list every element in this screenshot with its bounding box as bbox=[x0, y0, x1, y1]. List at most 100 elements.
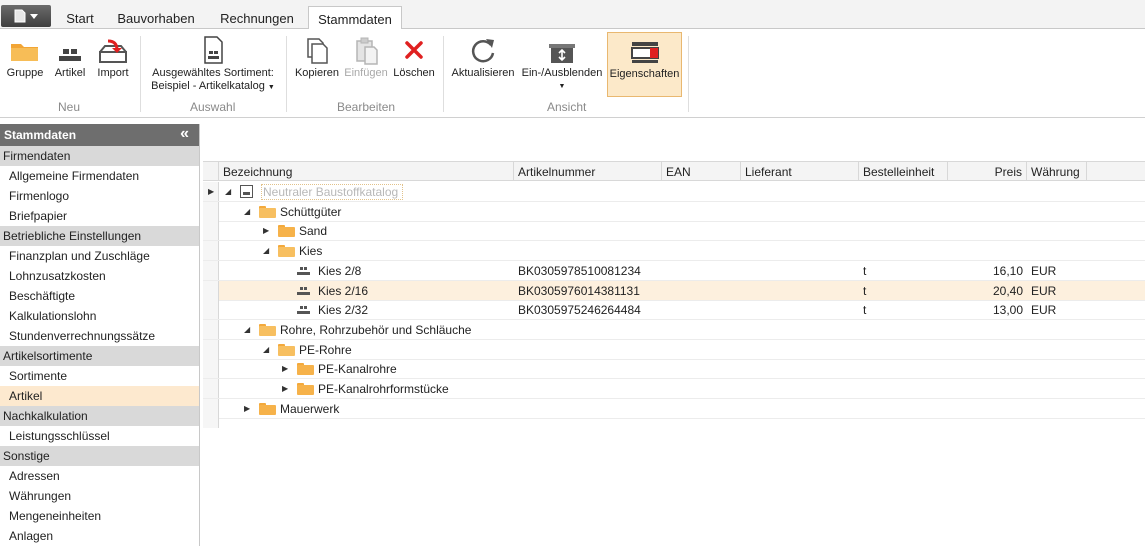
sidebar-item[interactable]: Lohnzusatzkosten bbox=[0, 266, 199, 286]
cell-artikelnummer: BK0305978510081234 bbox=[518, 263, 641, 278]
einfuegen-button[interactable]: Einfügen bbox=[343, 35, 389, 80]
column-header-bezeichnung[interactable]: Bezeichnung bbox=[219, 162, 514, 181]
sidebar-group-header[interactable]: Nachkalkulation bbox=[0, 406, 199, 426]
kopieren-button[interactable]: Kopieren bbox=[294, 35, 340, 80]
cell-bezeichnung: Kies 2/16 bbox=[318, 283, 369, 298]
sidebar-item[interactable]: Währungen bbox=[0, 486, 199, 506]
expand-icon[interactable]: ▶ bbox=[282, 384, 288, 393]
sidebar-group-header[interactable]: Betriebliche Einstellungen bbox=[0, 226, 199, 246]
tab-stammdaten[interactable]: Stammdaten bbox=[308, 6, 402, 30]
table-row[interactable]: Kies 2/8 BK0305978510081234 t 16,10 EUR bbox=[203, 260, 1145, 281]
application-menu-button[interactable] bbox=[1, 5, 51, 27]
expand-icon[interactable]: ▶ bbox=[244, 404, 250, 413]
table-row[interactable]: ▶ Sand bbox=[203, 221, 1145, 242]
sidebar-item[interactable]: Leistungsschlüssel bbox=[0, 426, 199, 446]
table-row[interactable]: ◢ Kies bbox=[203, 241, 1145, 262]
sortiment-auswahl-button[interactable]: Ausgewähltes Sortiment: Beispiel - Artik… bbox=[148, 35, 278, 94]
row-header[interactable] bbox=[203, 221, 219, 241]
row-header[interactable] bbox=[203, 300, 219, 320]
sidebar-group-header[interactable]: Artikelsortimente bbox=[0, 346, 199, 366]
einausblenden-label: Ein-/Ausblenden bbox=[521, 67, 603, 79]
cell-waehrung: EUR bbox=[1031, 303, 1057, 318]
table-row[interactable]: ◢ Schüttgüter bbox=[203, 201, 1145, 222]
expand-icon[interactable]: ▶ bbox=[263, 226, 269, 235]
catalog-icon bbox=[204, 36, 223, 64]
row-header[interactable] bbox=[203, 379, 219, 398]
aktualisieren-label: Aktualisieren bbox=[451, 67, 515, 79]
aktualisieren-button[interactable]: Aktualisieren bbox=[451, 35, 515, 80]
sidebar-group-header[interactable]: Sonstige bbox=[0, 446, 199, 466]
sidebar-item[interactable]: Stundenverrechnungssätze bbox=[0, 326, 199, 346]
einfuegen-label: Einfügen bbox=[344, 67, 388, 79]
row-header[interactable] bbox=[203, 260, 219, 280]
collapse-icon[interactable]: ◢ bbox=[263, 345, 269, 354]
sidebar-item[interactable]: Firmenlogo bbox=[0, 186, 199, 206]
table-row[interactable]: ▶ ◢ Neutraler Baustoffkatalog bbox=[203, 182, 1145, 202]
table-row[interactable]: ◢ Rohre, Rohrzubehör und Schläuche bbox=[203, 319, 1145, 340]
collapse-icon[interactable]: ◢ bbox=[244, 207, 250, 216]
collapse-icon[interactable]: ◢ bbox=[225, 187, 231, 196]
cell-artikelnummer: BK0305975246264484 bbox=[518, 303, 641, 318]
chevron-down-icon: ▼ bbox=[267, 84, 275, 91]
import-button[interactable]: Import bbox=[93, 35, 133, 80]
collapse-sidebar-icon[interactable]: « bbox=[180, 125, 189, 143]
collapse-icon[interactable]: ◢ bbox=[244, 325, 250, 334]
column-header-artikelnummer[interactable]: Artikelnummer bbox=[514, 162, 662, 181]
document-icon bbox=[14, 9, 26, 23]
tab-start[interactable]: Start bbox=[55, 6, 105, 29]
sidebar-item[interactable]: Artikel bbox=[0, 386, 199, 406]
table-row[interactable]: ▶ Mauerwerk bbox=[203, 398, 1145, 419]
row-header[interactable] bbox=[203, 201, 219, 221]
row-header[interactable] bbox=[203, 241, 219, 261]
column-header-lieferant[interactable]: Lieferant bbox=[741, 162, 859, 181]
artikel-button[interactable]: Artikel bbox=[50, 35, 90, 80]
gruppe-button[interactable]: Gruppe bbox=[3, 35, 47, 80]
table-row[interactable]: Kies 2/32 BK0305975246264484 t 13,00 EUR bbox=[203, 300, 1145, 321]
paste-icon bbox=[356, 37, 378, 65]
table-row[interactable]: Kies 2/16 BK0305976014381131 t 20,40 EUR bbox=[203, 280, 1145, 301]
row-header[interactable] bbox=[203, 280, 219, 300]
tab-bauvorhaben[interactable]: Bauvorhaben bbox=[107, 6, 205, 29]
row-header[interactable] bbox=[203, 398, 219, 418]
sidebar-item[interactable]: Sortimente bbox=[0, 366, 199, 386]
sidebar-item[interactable]: Kalkulationslohn bbox=[0, 306, 199, 326]
sidebar-item[interactable]: Mengeneinheiten bbox=[0, 506, 199, 526]
column-header-preis[interactable]: Preis bbox=[948, 162, 1027, 181]
row-header[interactable] bbox=[203, 319, 219, 339]
table-row[interactable]: ▶ PE-Kanalrohre bbox=[203, 359, 1145, 380]
article-icon bbox=[297, 286, 310, 295]
sidebar-item[interactable]: Adressen bbox=[0, 466, 199, 486]
row-header[interactable] bbox=[203, 359, 219, 379]
column-header-bestelleinheit[interactable]: Bestelleinheit bbox=[859, 162, 948, 181]
sidebar-item[interactable]: Allgemeine Firmendaten bbox=[0, 166, 199, 186]
sidebar-item[interactable]: Beschäftigte bbox=[0, 286, 199, 306]
import-icon bbox=[99, 39, 127, 63]
folder-icon bbox=[11, 44, 38, 61]
expand-icon[interactable]: ▶ bbox=[282, 364, 288, 373]
column-header-waehrung[interactable]: Währung bbox=[1027, 162, 1087, 181]
column-header-ean[interactable]: EAN bbox=[662, 162, 741, 181]
row-header[interactable] bbox=[203, 339, 219, 359]
copy-icon bbox=[307, 38, 328, 64]
einausblenden-button[interactable]: Ein-/Ausblenden ▼ bbox=[520, 35, 604, 93]
collapse-icon[interactable]: ◢ bbox=[263, 246, 269, 255]
row-header[interactable]: ▶ bbox=[203, 182, 219, 201]
loeschen-button[interactable]: Löschen bbox=[392, 35, 436, 80]
cell-bezeichnung: PE-Kanalrohre bbox=[318, 362, 397, 377]
show-hide-icon bbox=[549, 44, 575, 63]
sidebar-item[interactable]: Anlagen bbox=[0, 526, 199, 546]
cell-bezeichnung: Rohre, Rohrzubehör und Schläuche bbox=[280, 322, 472, 337]
group-label-auswahl: Auswahl bbox=[190, 100, 236, 114]
eigenschaften-button[interactable]: Eigenschaften bbox=[607, 32, 682, 97]
sidebar-group-header[interactable]: Firmendaten bbox=[0, 146, 199, 166]
cell-bezeichnung: Kies 2/32 bbox=[318, 303, 369, 318]
sidebar-item[interactable]: Finanzplan und Zuschläge bbox=[0, 246, 199, 266]
group-label-neu: Neu bbox=[58, 100, 81, 114]
sidebar-title: Stammdaten bbox=[4, 128, 77, 142]
sidebar-item[interactable]: Briefpapier bbox=[0, 206, 199, 226]
ribbon-tab-bar: Start Bauvorhaben Rechnungen Stammdaten bbox=[0, 0, 1145, 30]
table-row[interactable]: ◢ PE-Rohre bbox=[203, 339, 1145, 360]
table-row[interactable]: ▶ PE-Kanalrohrformstücke bbox=[203, 379, 1145, 399]
grid-header: Bezeichnung Artikelnummer EAN Lieferant … bbox=[203, 161, 1145, 181]
tab-rechnungen[interactable]: Rechnungen bbox=[208, 6, 306, 29]
